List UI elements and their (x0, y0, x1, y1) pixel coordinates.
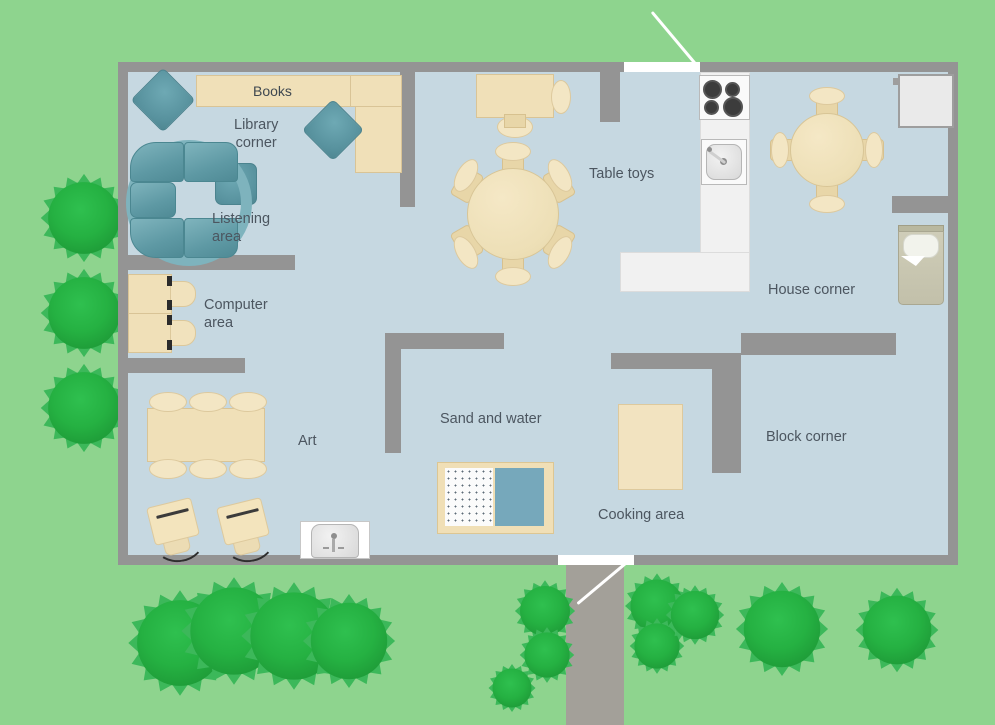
table-toys-chair-stub (504, 114, 526, 128)
label-table-toys: Table toys (589, 166, 655, 182)
stove-burner-small (704, 100, 719, 115)
partition-wall-computer-bottom (128, 358, 245, 373)
label-house-corner: House corner (768, 282, 856, 298)
label-block-corner: Block corner (766, 429, 847, 445)
art-table (147, 408, 265, 462)
sofa-segment (130, 142, 184, 182)
round-table-top (467, 168, 559, 260)
art-chair (189, 459, 227, 479)
easel (145, 497, 208, 566)
partition-wall-table-toys (600, 72, 620, 122)
stove-burner-small (725, 82, 740, 97)
computer-monitor (167, 340, 172, 350)
label-art: Art (298, 433, 317, 449)
chair-back (809, 87, 845, 105)
partition-wall-cooking-vertical (712, 353, 741, 473)
round-table-4-seat (770, 87, 884, 213)
art-chair (229, 459, 267, 479)
table-toys-rect-table (476, 74, 554, 118)
round-table-6-seat (447, 142, 578, 286)
art-chair (189, 392, 227, 412)
chair-back (865, 132, 883, 168)
partition-wall-block-corner-top (741, 333, 896, 355)
floor-plan-canvas: Books Library corner Listening area Comp… (0, 0, 995, 725)
chair-back (495, 142, 531, 161)
kitchen-sink-faucet-knob (707, 147, 712, 152)
chair-back (771, 132, 789, 168)
computer-chair (170, 281, 196, 307)
label-books: Books (253, 83, 292, 99)
cooking-play-unit (618, 404, 683, 490)
door-opening-top (624, 62, 700, 72)
bookshelf-vertical (355, 106, 402, 173)
sofa-segment (184, 142, 238, 182)
art-sink-tap-right (338, 547, 344, 549)
computer-desk (128, 313, 172, 353)
art-chair (149, 459, 187, 479)
sofa-segment (130, 182, 176, 218)
computer-desk (128, 274, 172, 314)
label-sand-and-water: Sand and water (440, 411, 542, 427)
bookshelf-corner (350, 75, 402, 107)
label-computer-area: Computer area (204, 297, 268, 331)
label-cooking-area: Cooking area (598, 507, 685, 523)
sand-tray (445, 468, 493, 526)
label-listening-area: Listening area (212, 211, 271, 245)
partition-wall-library-right (400, 72, 415, 207)
table-toys-chair (551, 80, 571, 114)
art-sink-faucet (332, 539, 335, 552)
stove-burner-large (723, 97, 743, 117)
computer-monitor (167, 315, 172, 325)
partition-wall-house-corner (892, 196, 948, 213)
water-tray (495, 468, 544, 526)
art-sink-tap-left (323, 547, 329, 549)
art-sink-basin (311, 524, 359, 558)
computer-monitor (167, 300, 172, 310)
computer-monitor (167, 276, 172, 286)
label-library-corner: Library corner (234, 117, 279, 151)
bed-pillow (903, 234, 939, 258)
chair-back (809, 195, 845, 213)
partition-wall-sand-water-horizontal (385, 333, 504, 349)
easel (215, 497, 278, 566)
computer-chair (170, 320, 196, 346)
art-chair (229, 392, 267, 412)
stove-burner-large (703, 80, 722, 99)
round-table-top (790, 113, 864, 187)
window (898, 74, 954, 128)
partition-wall-sand-water-vertical (385, 333, 401, 453)
window-sill (893, 78, 899, 85)
kitchen-counter-horizontal (620, 252, 750, 292)
art-chair (149, 392, 187, 412)
chair-back (495, 267, 531, 286)
